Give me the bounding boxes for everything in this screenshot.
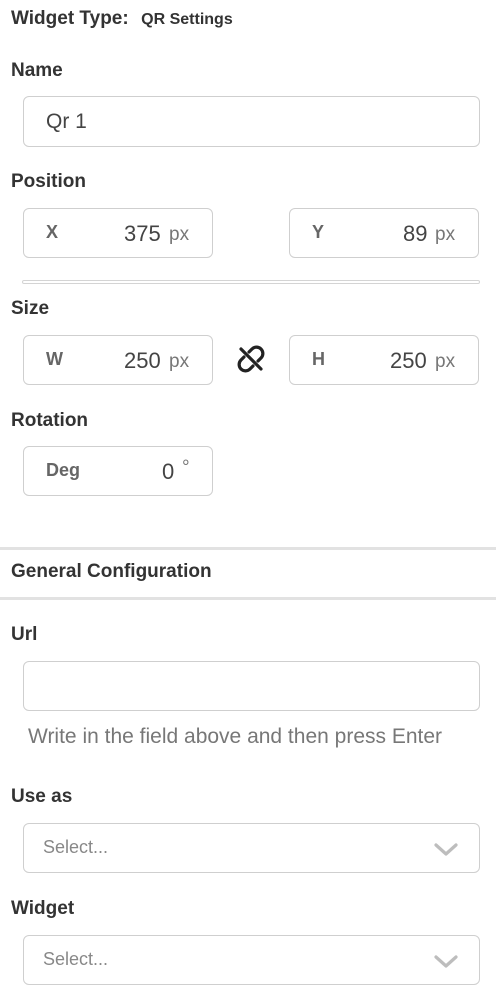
name-input-value: Qr 1 [46, 110, 87, 133]
size-h-unit: px [435, 351, 456, 372]
position-x-key: X [46, 222, 59, 242]
general-config-title: General Configuration [11, 561, 212, 582]
size-h-input[interactable]: H 250 px [289, 335, 479, 385]
chevron-down-icon [433, 837, 459, 861]
use-as-placeholder: Select... [43, 837, 109, 857]
position-y-key: Y [312, 222, 325, 242]
position-y-input[interactable]: Y 89 px [289, 208, 479, 258]
size-w-value: 250 [124, 348, 161, 373]
chevron-down-icon [433, 949, 459, 973]
size-w-unit: px [169, 351, 190, 372]
rotation-key: Deg [46, 460, 81, 480]
url-input[interactable] [23, 661, 480, 711]
widget-type-label: Widget Type: [11, 8, 129, 29]
rotation-label: Rotation [11, 410, 89, 431]
unlink-icon[interactable] [237, 345, 265, 373]
size-w-input[interactable]: W 250 px [23, 335, 213, 385]
position-x-input[interactable]: X 375 px [23, 208, 213, 258]
rotation-unit: ° [182, 457, 190, 478]
position-y-unit: px [435, 224, 456, 245]
name-label: Name [11, 60, 63, 81]
size-h-value: 250 [390, 348, 427, 373]
widget-placeholder: Select... [43, 949, 109, 969]
rotation-value: 0 [162, 459, 175, 484]
position-y-value: 89 [403, 221, 428, 246]
position-x-value: 375 [124, 221, 161, 246]
position-divider [22, 280, 480, 284]
url-label: Url [11, 624, 38, 645]
url-help-text: Write in the field above and then press … [28, 725, 443, 748]
use-as-label: Use as [11, 786, 73, 807]
section-divider-bottom [0, 597, 496, 600]
widget-type-value: QR Settings [141, 11, 233, 28]
position-x-unit: px [169, 224, 190, 245]
widget-select[interactable]: Select... [23, 935, 480, 985]
widget-type-row: Widget Type: QR Settings [11, 8, 233, 32]
position-label: Position [11, 171, 86, 192]
use-as-select[interactable]: Select... [23, 823, 480, 873]
size-h-key: H [312, 349, 325, 369]
size-label: Size [11, 298, 50, 319]
section-divider-top [0, 547, 496, 550]
widget-label: Widget [11, 898, 75, 919]
rotation-input[interactable]: Deg 0 ° [23, 446, 213, 496]
size-w-key: W [46, 349, 63, 369]
name-input[interactable]: Qr 1 [23, 96, 480, 147]
